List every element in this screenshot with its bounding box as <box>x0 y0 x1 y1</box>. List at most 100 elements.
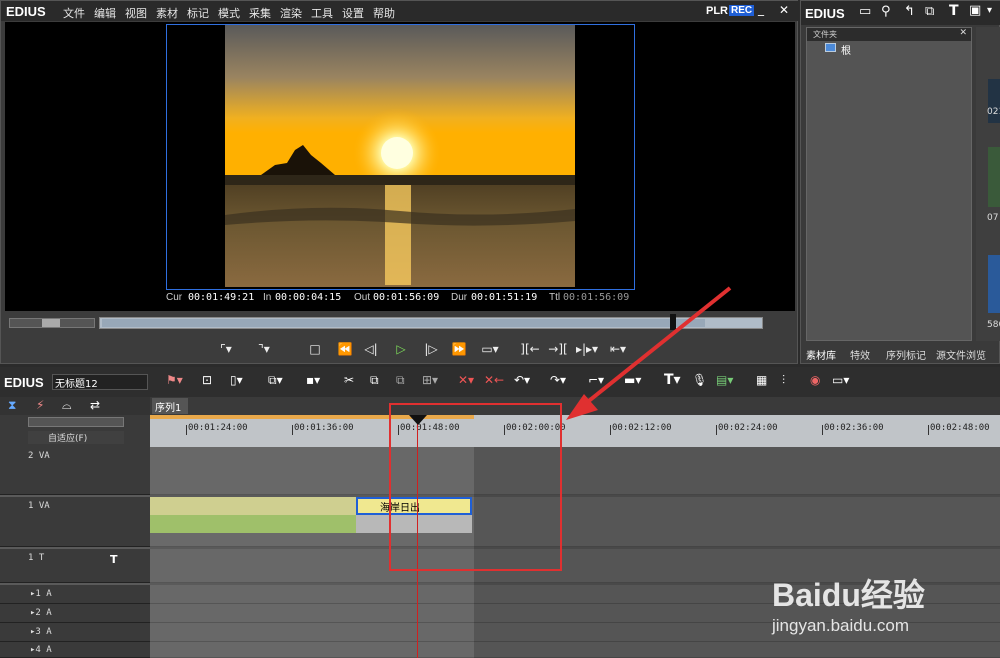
rewind-icon[interactable]: ⏪ <box>333 339 357 359</box>
track-label: 1 T <box>28 553 45 563</box>
in-timecode: 00:00:04:15 <box>275 292 342 303</box>
minimize-icon[interactable]: _ <box>758 2 764 16</box>
loop-icon[interactable]: ▭▾ <box>477 339 503 359</box>
track-header-1t[interactable]: 1 T T <box>0 549 150 583</box>
layout-icon[interactable]: ▭▾ <box>832 373 849 387</box>
dur-label: Dur <box>451 292 468 303</box>
ttl-label: Ttl <box>549 292 561 303</box>
menu-item[interactable]: 渲染 <box>280 5 302 21</box>
set-out-icon[interactable]: ⌝▾ <box>253 339 275 359</box>
track-panel-tools: ⧗ ⚡ ⌓ ⇄ <box>0 397 150 415</box>
menu-item[interactable]: 设置 <box>342 5 364 21</box>
new-file-icon[interactable]: ▯▾ <box>230 373 243 387</box>
track-header-4a[interactable]: ▸4 A <box>0 642 150 658</box>
vectorscope-icon[interactable]: ◉ <box>810 373 820 387</box>
up-folder-icon[interactable]: ↰ <box>904 4 915 19</box>
bin-brand: EDIUS <box>805 6 845 21</box>
copy-icon[interactable]: ⧉ <box>370 373 379 388</box>
menu-item[interactable]: 工具 <box>311 5 333 21</box>
shuttle-slider[interactable] <box>9 318 95 328</box>
multicam-icon[interactable]: ▦ <box>756 373 767 387</box>
add-clip-icon[interactable]: ⧉ <box>925 4 934 19</box>
search-icon[interactable]: ⚲ <box>881 4 891 19</box>
zoom-slider[interactable] <box>28 417 124 427</box>
tab-effects[interactable]: 特效 <box>850 347 870 362</box>
clip-audio-a[interactable] <box>150 515 356 533</box>
clip-thumb-3[interactable] <box>988 255 1000 313</box>
stop-icon[interactable]: □ <box>305 339 325 359</box>
save-icon[interactable]: ▪▾ <box>306 373 320 387</box>
step-back-icon[interactable]: ◁| <box>361 339 381 359</box>
ruler-tick-mark <box>610 425 611 435</box>
replace-icon[interactable]: ⊞▾ <box>422 373 438 387</box>
root-folder-label[interactable]: 根 <box>841 42 851 57</box>
ruler-tick-mark <box>716 425 717 435</box>
insert-to-timeline-icon[interactable]: ][← <box>517 339 543 359</box>
sync-icon[interactable]: ⇄ <box>90 398 100 412</box>
sequence-tab[interactable]: 序列1 <box>152 398 188 414</box>
root-folder-icon[interactable] <box>825 43 836 52</box>
track-header-1a[interactable]: ▸1 A <box>0 585 150 604</box>
bin-menu-icon[interactable]: ▾ <box>987 5 992 16</box>
menu-item[interactable]: 文件 <box>63 5 85 21</box>
set-in-icon[interactable]: ⌜▾ <box>215 339 237 359</box>
menu-item[interactable]: 模式 <box>218 5 240 21</box>
menu-item[interactable]: 帮助 <box>373 5 395 21</box>
track-header-2va[interactable]: 2 VA <box>0 447 150 495</box>
close-icon[interactable]: ✕ <box>779 3 789 17</box>
play-icon[interactable]: ▷ <box>391 339 411 359</box>
camera-icon[interactable]: ⊡ <box>202 373 212 387</box>
undo-icon[interactable]: ↶▾ <box>514 373 530 387</box>
menu-item[interactable]: 编辑 <box>94 5 116 21</box>
add-title-icon[interactable]: T <box>949 3 959 19</box>
capture-icon[interactable]: ▣ <box>969 3 981 18</box>
shuttle-handle[interactable] <box>42 319 60 327</box>
app-brand: EDIUS <box>6 4 46 19</box>
clip-video-a[interactable] <box>150 497 356 515</box>
clip-list: 021 07 586 <box>976 27 1000 341</box>
clip-thumb-2[interactable] <box>988 147 1000 207</box>
ripple-delete-icon[interactable]: ✕← <box>484 373 504 387</box>
tab-sequence-markers[interactable]: 序列标记 <box>886 347 926 362</box>
menu-item[interactable]: 素材 <box>156 5 178 21</box>
delete-icon[interactable]: ✕▾ <box>458 373 474 387</box>
ruler-tick-label: 00:02:48:00 <box>930 423 990 433</box>
title-track-icon: T <box>110 553 118 566</box>
plr-mode-label[interactable]: PLR <box>706 5 728 17</box>
snap-icon[interactable]: ⧗ <box>8 398 16 413</box>
menu-item[interactable]: 标记 <box>187 5 209 21</box>
bin-window: EDIUS ▭ ⚲ ↰ ⧉ T ▣ ▾ 文件夹 ✕ 根 021 07 586 素… <box>800 0 1000 364</box>
track-header-1va[interactable]: 1 VA <box>0 497 150 547</box>
track-label: ▸4 A <box>30 645 52 655</box>
tab-bin[interactable]: 素材库 <box>806 347 836 362</box>
cur-timecode: 00:01:49:21 <box>188 292 255 303</box>
tab-source-browser[interactable]: 源文件浏览 <box>936 347 986 362</box>
monitor-area: Cur 00:01:49:21 In 00:00:04:15 Out 00:01… <box>5 22 795 311</box>
menu-item[interactable]: 视图 <box>125 5 147 21</box>
folder-icon[interactable]: ▭ <box>859 4 871 19</box>
bin-titlebar: EDIUS ▭ ⚲ ↰ ⧉ T ▣ ▾ <box>801 1 1000 25</box>
paste-icon[interactable]: ⧉ <box>396 373 405 388</box>
link-icon[interactable]: ⚡ <box>36 398 44 412</box>
menu-item[interactable]: 采集 <box>249 5 271 21</box>
group-icon[interactable]: ⌓ <box>62 398 72 413</box>
rec-mode-label[interactable]: REC <box>729 5 755 16</box>
player-titlebar: EDIUS 文件 编辑 视图 素材 标记 模式 采集 渲染 工具 设置 帮助 PLR REC _ ✕ <box>1 1 799 21</box>
folder-tree-title: 文件夹 <box>813 30 837 39</box>
ruler-tick-mark <box>292 425 293 435</box>
ruler-tick-mark <box>928 425 929 435</box>
track-label: 2 VA <box>28 451 50 461</box>
fast-forward-icon[interactable]: ⏩ <box>447 339 471 359</box>
track-header-3a[interactable]: ▸3 A <box>0 623 150 642</box>
ruler-header: 自适应(F) <box>0 415 150 447</box>
new-sequence-icon[interactable]: ⚑▾ <box>166 373 183 387</box>
mixer-icon[interactable]: ⫶ <box>782 373 785 388</box>
step-forward-icon[interactable]: |▷ <box>421 339 441 359</box>
folder-tree: 文件夹 ✕ 根 <box>806 27 972 341</box>
track-header-2a[interactable]: ▸2 A <box>0 604 150 623</box>
mode-dropdown[interactable]: 自适应(F) <box>28 431 124 444</box>
watermark-url: jingyan.baidu.com <box>772 616 910 635</box>
cut-icon[interactable]: ✂ <box>344 373 354 387</box>
folder-tree-close-icon[interactable]: ✕ <box>959 28 967 38</box>
open-project-icon[interactable]: ⧉▾ <box>268 373 283 388</box>
